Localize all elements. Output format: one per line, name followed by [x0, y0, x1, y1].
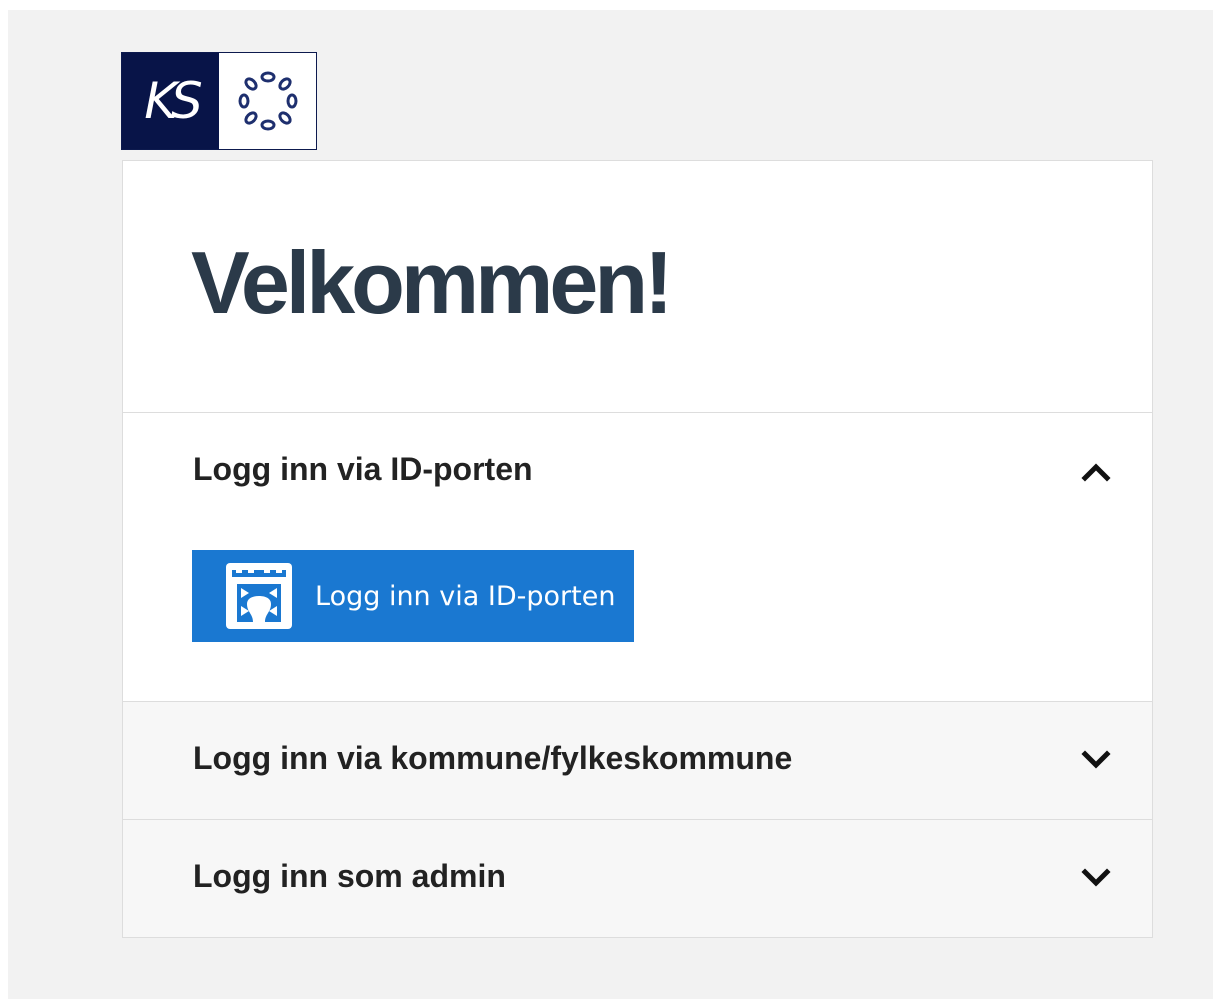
section-id-porten: Logg inn via ID-porten Logg inn via ID-p…: [123, 413, 1152, 702]
page-background: KS Velkommen! Logg inn via ID-porten Log…: [8, 10, 1213, 999]
logo-ks-text: KS: [122, 53, 219, 149]
chevron-down-icon[interactable]: [1080, 864, 1112, 892]
section-kommune: Logg inn via kommune/fylkeskommune: [123, 702, 1152, 820]
section-kommune-header[interactable]: Logg inn via kommune/fylkeskommune: [123, 702, 1152, 818]
id-porten-button-label: Logg inn via ID-porten: [315, 580, 616, 612]
section-admin-title: Logg inn som admin: [193, 858, 506, 894]
section-kommune-title: Logg inn via kommune/fylkeskommune: [193, 740, 793, 776]
card-header: Velkommen!: [123, 161, 1152, 413]
chevron-down-icon[interactable]: [1080, 746, 1112, 774]
section-id-porten-title: Logg inn via ID-porten: [193, 451, 533, 487]
id-porten-login-button[interactable]: Logg inn via ID-porten: [192, 550, 634, 642]
page-title: Velkommen!: [191, 233, 673, 332]
section-admin-header[interactable]: Logg inn som admin: [123, 820, 1152, 936]
emblem-graphic: [238, 71, 297, 131]
ks-logo: KS: [121, 52, 317, 150]
login-card: Velkommen! Logg inn via ID-porten Logg i…: [122, 160, 1153, 938]
chain-ring-emblem-icon: [219, 53, 316, 149]
section-id-porten-header[interactable]: Logg inn via ID-porten: [123, 413, 1152, 529]
id-porten-icon: [226, 563, 292, 629]
chevron-up-icon[interactable]: [1080, 457, 1112, 485]
section-admin: Logg inn som admin: [123, 820, 1152, 937]
